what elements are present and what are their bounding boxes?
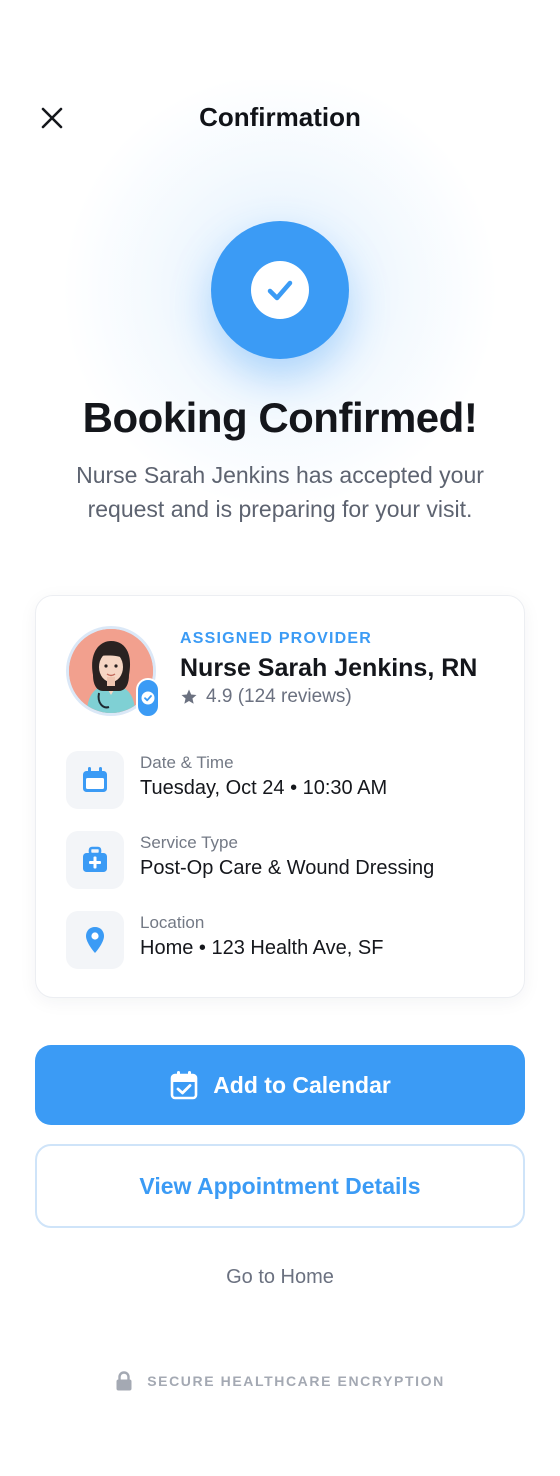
confirmation-headline: Booking Confirmed! bbox=[82, 394, 478, 441]
provider-rating: 4.9 (124 reviews) bbox=[180, 686, 352, 708]
checkmark-icon bbox=[251, 261, 309, 319]
go-to-home-link[interactable]: Go to Home bbox=[0, 1266, 560, 1289]
verified-badge-icon bbox=[136, 678, 160, 718]
detail-label: Date & Time bbox=[140, 753, 234, 772]
detail-row-datetime: Date & Time Tuesday, Oct 24 • 10:30 AM bbox=[66, 751, 506, 809]
top-bar: Confirmation bbox=[0, 88, 560, 146]
provider-name: Nurse Sarah Jenkins, RN bbox=[180, 654, 478, 682]
detail-row-service: Service Type Post-Op Care & Wound Dressi… bbox=[66, 831, 506, 889]
calendar-check-icon bbox=[170, 1071, 198, 1100]
detail-value: Post-Op Care & Wound Dressing bbox=[140, 857, 435, 879]
add-to-calendar-button[interactable]: Add to Calendar bbox=[35, 1045, 525, 1125]
detail-label: Location bbox=[140, 913, 205, 932]
medical-kit-icon bbox=[66, 831, 124, 889]
rating-text: 4.9 (124 reviews) bbox=[206, 686, 352, 707]
star-icon bbox=[181, 689, 197, 704]
success-badge bbox=[211, 221, 349, 359]
detail-row-location: Location Home • 123 Health Ave, SF bbox=[66, 911, 506, 969]
booking-summary-card: ASSIGNED PROVIDER Nurse Sarah Jenkins, R… bbox=[35, 595, 525, 998]
add-to-calendar-label: Add to Calendar bbox=[213, 1071, 391, 1098]
page-title: Confirmation bbox=[199, 102, 361, 132]
detail-label: Service Type bbox=[140, 833, 238, 852]
provider-avatar-wrap bbox=[66, 626, 160, 718]
detail-value: Home • 123 Health Ave, SF bbox=[140, 937, 384, 959]
view-appointment-details-button[interactable]: View Appointment Details bbox=[35, 1144, 525, 1228]
confirmation-message: Nurse Sarah Jenkins has accepted your re… bbox=[76, 462, 484, 522]
security-footer: SECURE HEALTHCARE ENCRYPTION bbox=[0, 1371, 560, 1391]
detail-value: Tuesday, Oct 24 • 10:30 AM bbox=[140, 777, 388, 799]
location-pin-icon bbox=[66, 911, 124, 969]
provider-kicker: ASSIGNED PROVIDER bbox=[180, 630, 372, 647]
secure-label: SECURE HEALTHCARE ENCRYPTION bbox=[147, 1373, 445, 1389]
calendar-icon bbox=[66, 751, 124, 809]
lock-icon bbox=[116, 1371, 132, 1391]
